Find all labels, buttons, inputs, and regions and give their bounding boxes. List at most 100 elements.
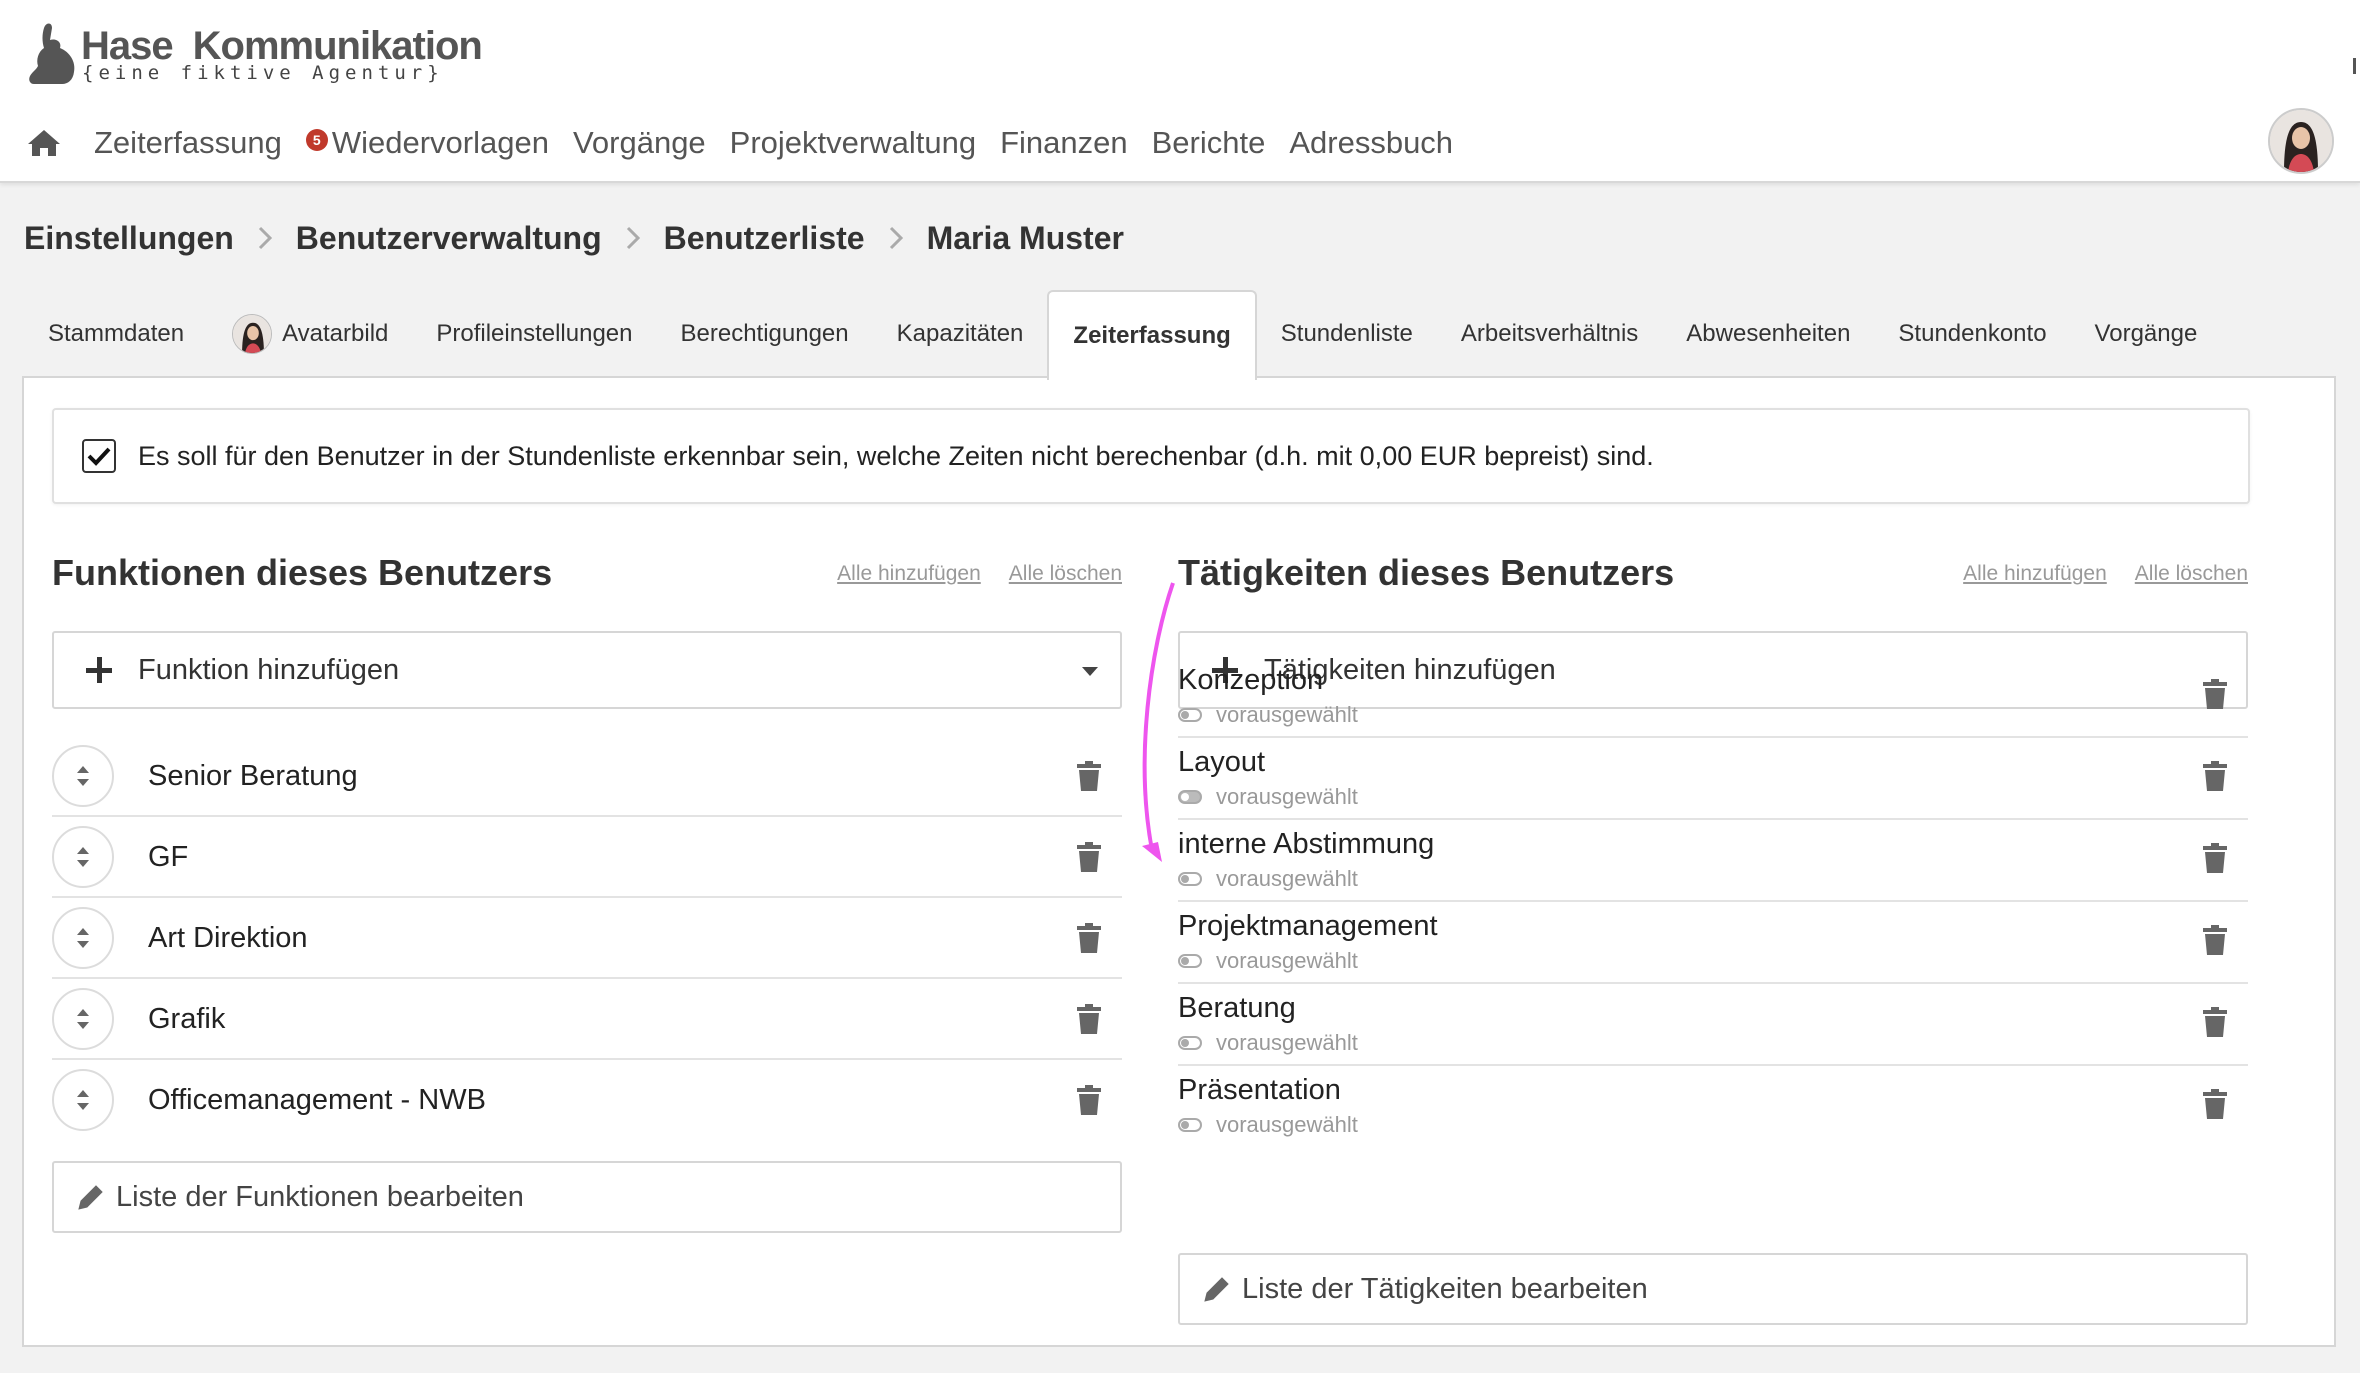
preselect-toggle[interactable]	[1178, 1036, 1202, 1050]
list-item: Beratung vorausgewählt	[1178, 984, 2248, 1066]
function-label: Art Direktion	[148, 922, 308, 954]
tab-abwesenheiten[interactable]: Abwesenheiten	[1662, 290, 1874, 378]
preselect-toggle[interactable]	[1178, 872, 1202, 886]
home-icon[interactable]	[26, 125, 66, 161]
activities-list: Konzeption vorausgewählt Layout vorausge…	[1178, 656, 2248, 1148]
activity-label: Beratung	[1178, 992, 1296, 1024]
list-item: Art Direktion	[52, 898, 1122, 979]
functions-add-all-link[interactable]: Alle hinzufügen	[837, 562, 981, 586]
list-item: Konzeption vorausgewählt	[1178, 656, 2248, 738]
pencil-icon	[1204, 1277, 1229, 1302]
tab-stammdaten[interactable]: Stammdaten	[24, 290, 208, 378]
billable-notice-box: Es soll für den Benutzer in der Stundenl…	[52, 408, 2250, 504]
preselect-toggle[interactable]	[1178, 1118, 1202, 1132]
top-header: Hase Kommunikation {eine fiktive Agentur}…	[0, 0, 2360, 183]
sort-handle-icon[interactable]	[52, 988, 114, 1050]
function-label: Senior Beratung	[148, 760, 358, 792]
breadcrumb-item-benutzerliste[interactable]: Benutzerliste	[664, 220, 865, 257]
rabbit-logo-icon	[29, 23, 75, 84]
function-label: Officemanagement - NWB	[148, 1084, 486, 1116]
main-nav: Zeiterfassung 5 Wiedervorlagen Vorgänge …	[26, 118, 1477, 168]
nav-item-zeiterfassung[interactable]: Zeiterfassung	[94, 125, 282, 161]
tab-zeiterfassung[interactable]: Zeiterfassung	[1047, 290, 1257, 380]
trash-icon[interactable]	[1076, 1003, 1102, 1035]
tab-stundenkonto[interactable]: Stundenkonto	[1874, 290, 2070, 378]
nav-item-adressbuch[interactable]: Adressbuch	[1289, 125, 1453, 161]
tab-stundenliste[interactable]: Stundenliste	[1257, 290, 1437, 378]
functions-delete-all-link[interactable]: Alle löschen	[1009, 562, 1122, 586]
functions-list: Senior Beratung GF Art Direktion Grafik …	[52, 736, 1122, 1141]
tab-avatarbild[interactable]: Avatarbild	[208, 290, 412, 378]
trash-icon[interactable]	[1076, 922, 1102, 954]
preselect-toggle[interactable]	[1178, 790, 1202, 804]
function-add-select[interactable]: Funktion hinzufügen	[52, 631, 1122, 709]
list-item: Projektmanagement vorausgewählt	[1178, 902, 2248, 984]
trash-icon[interactable]	[2202, 924, 2228, 956]
activities-title: Tätigkeiten dieses Benutzers	[1178, 552, 1675, 593]
activity-label: Layout	[1178, 746, 1266, 778]
tab-kapazitaeten[interactable]: Kapazitäten	[873, 290, 1048, 378]
nav-item-finanzen[interactable]: Finanzen	[1000, 125, 1128, 161]
nav-item-berichte[interactable]: Berichte	[1152, 125, 1266, 161]
tab-profileinstellungen[interactable]: Profileinstellungen	[412, 290, 656, 378]
logo-subtitle: {eine fiktive Agentur}	[82, 62, 444, 84]
functions-title: Funktionen dieses Benutzers	[52, 552, 553, 593]
show-nonbillable-checkbox[interactable]	[82, 439, 116, 473]
breadcrumb-item-benutzerverwaltung[interactable]: Benutzerverwaltung	[296, 220, 602, 257]
sort-handle-icon[interactable]	[52, 826, 114, 888]
tab-arbeitsverhaeltnis[interactable]: Arbeitsverhältnis	[1437, 290, 1662, 378]
function-label: GF	[148, 841, 189, 873]
settings-tabs: Stammdaten Avatarbild Profileinstellunge…	[24, 290, 2222, 380]
list-item: Senior Beratung	[52, 736, 1122, 817]
activity-label: Projektmanagement	[1178, 910, 1438, 942]
list-item: Präsentation vorausgewählt	[1178, 1066, 2248, 1148]
notification-badge: 5	[305, 129, 328, 151]
breadcrumb: Einstellungen Benutzerverwaltung Benutze…	[24, 216, 1124, 260]
list-item: interne Abstimmung vorausgewählt	[1178, 820, 2248, 902]
nav-item-vorgaenge[interactable]: Vorgänge	[573, 125, 706, 161]
breadcrumb-item-current-user: Maria Muster	[926, 219, 1124, 256]
breadcrumb-item-einstellungen[interactable]: Einstellungen	[24, 220, 234, 257]
sort-handle-icon[interactable]	[52, 745, 114, 807]
nav-item-wiedervorlagen[interactable]: 5 Wiedervorlagen	[305, 125, 549, 161]
edit-activities-list-button[interactable]: Liste der Tätigkeiten bearbeiten	[1178, 1253, 2248, 1325]
list-item: Layout vorausgewählt	[1178, 738, 2248, 820]
trash-icon[interactable]	[1076, 841, 1102, 873]
activity-label: interne Abstimmung	[1178, 828, 1435, 860]
list-item: Officemanagement - NWB	[52, 1060, 1122, 1141]
activities-add-all-link[interactable]: Alle hinzufügen	[1963, 562, 2107, 586]
trash-icon[interactable]	[1076, 760, 1102, 792]
trash-icon[interactable]	[1076, 1084, 1102, 1116]
chevron-right-icon	[234, 226, 296, 250]
plus-icon	[84, 655, 114, 685]
sort-handle-icon[interactable]	[52, 1069, 114, 1131]
activities-delete-all-link[interactable]: Alle löschen	[2135, 562, 2248, 586]
nav-item-projektverwaltung[interactable]: Projektverwaltung	[730, 125, 976, 161]
trash-icon[interactable]	[2202, 678, 2228, 710]
trash-icon[interactable]	[2202, 1006, 2228, 1038]
caret-down-icon	[1082, 667, 1098, 676]
sort-handle-icon[interactable]	[52, 907, 114, 969]
preselect-toggle[interactable]	[1178, 708, 1202, 722]
activity-label: Konzeption	[1178, 664, 1324, 696]
trash-icon[interactable]	[2202, 1088, 2228, 1120]
notice-text: Es soll für den Benutzer in der Stundenl…	[138, 440, 1654, 471]
list-item: Grafik	[52, 979, 1122, 1060]
preselect-toggle[interactable]	[1178, 954, 1202, 968]
chevron-right-icon	[602, 226, 664, 250]
scroll-indicator	[2353, 58, 2356, 74]
edit-functions-list-button[interactable]: Liste der Funktionen bearbeiten	[52, 1161, 1122, 1233]
chevron-right-icon	[865, 226, 927, 250]
pencil-icon	[78, 1185, 103, 1210]
trash-icon[interactable]	[2202, 760, 2228, 792]
tab-content-panel: Es soll für den Benutzer in der Stundenl…	[22, 376, 2336, 1347]
functions-section: Funktionen dieses Benutzers Alle hinzufü…	[52, 548, 1122, 1233]
list-item: GF	[52, 817, 1122, 898]
user-avatar[interactable]	[2268, 108, 2334, 174]
tab-berechtigungen[interactable]: Berechtigungen	[657, 290, 873, 378]
tab-vorgaenge[interactable]: Vorgänge	[2071, 290, 2222, 378]
function-label: Grafik	[148, 1003, 226, 1035]
trash-icon[interactable]	[2202, 842, 2228, 874]
logo[interactable]: Hase Kommunikation {eine fiktive Agentur}	[26, 22, 483, 92]
activity-label: Präsentation	[1178, 1074, 1341, 1106]
